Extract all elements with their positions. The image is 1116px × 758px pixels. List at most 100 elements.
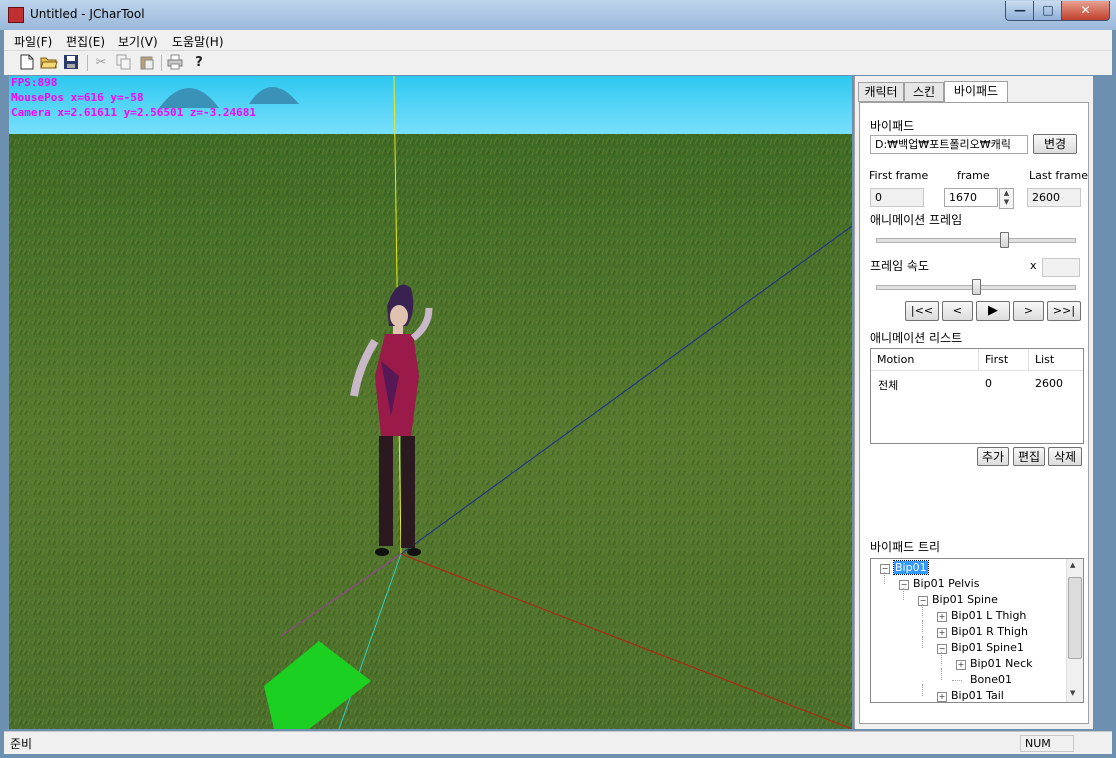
close-button[interactable]: ✕: [1061, 1, 1110, 21]
toolbar-separator: [161, 55, 162, 71]
menu-file[interactable]: 파일(F): [14, 33, 52, 50]
first-frame-field: 0: [870, 188, 924, 207]
scroll-thumb[interactable]: [1068, 577, 1082, 659]
menu-edit[interactable]: 편집(E): [66, 33, 105, 50]
menu-help[interactable]: 도움말(H): [172, 33, 224, 50]
hud-mouse-pos: MousePos x=616 y=-58: [11, 91, 144, 104]
toolbar-separator: [87, 55, 88, 71]
biped-tree[interactable]: − Bip01− Bip01 Pelvis − Bip01 Spine + Bip01 L …: [870, 558, 1084, 703]
tree-connector: [952, 680, 962, 681]
menu-view[interactable]: 보기(V): [118, 33, 158, 50]
tree-node[interactable]: Bip01 Pelvis: [913, 577, 979, 590]
tree-connector: [941, 668, 942, 680]
status-text: 준비: [10, 737, 33, 751]
speed-x-label: x: [1030, 259, 1037, 272]
num-lock-indicator: NUM: [1020, 735, 1074, 752]
tree-node[interactable]: Bip01 R Thigh: [951, 625, 1028, 638]
biped-tab-page: 바이패드 D:₩백업₩포트폴리오₩캐릭 변경 First frame frame…: [859, 102, 1089, 724]
first-frame-button[interactable]: |<<: [905, 301, 939, 321]
menu-bar: 파일(F) 편집(E) 보기(V) 도움말(H): [4, 30, 1112, 50]
paste-icon[interactable]: [138, 54, 156, 72]
tree-connector: [922, 620, 923, 632]
anim-frame-slider[interactable]: [999, 232, 1009, 248]
hud-camera: Camera x=2.61611 y=2.56501 z=-3.24681: [11, 106, 257, 119]
row-motion[interactable]: 전체: [878, 377, 898, 393]
column-first[interactable]: First: [979, 349, 1029, 371]
anim-frame-label: 애니메이션 프레임: [870, 213, 963, 227]
tree-node[interactable]: Bip01 Neck: [970, 657, 1033, 670]
frame-speed-label: 프레임 속도: [870, 259, 930, 273]
anim-frame-track: [876, 238, 1076, 243]
column-list[interactable]: List: [1029, 349, 1083, 371]
collapse-icon[interactable]: −: [918, 596, 928, 606]
expand-icon[interactable]: +: [937, 692, 947, 702]
last-frame-button[interactable]: >>|: [1047, 301, 1081, 321]
frame-field[interactable]: 1670: [944, 188, 998, 207]
open-folder-icon[interactable]: [40, 54, 58, 72]
prev-frame-button[interactable]: <: [942, 301, 973, 321]
expand-icon[interactable]: +: [937, 612, 947, 622]
title-bar: Untitled - JCharTool — □ ✕: [0, 0, 1116, 30]
tree-connector: [884, 572, 885, 584]
expand-icon[interactable]: +: [937, 628, 947, 638]
biped-label: 바이패드: [870, 119, 915, 133]
tree-node[interactable]: Bip01 Spine1: [951, 641, 1024, 654]
tree-connector: [922, 604, 923, 616]
window-title: Untitled - JCharTool: [30, 7, 145, 21]
tree-connector: [941, 652, 942, 664]
tree-node[interactable]: Bip01: [893, 560, 929, 575]
maximize-button[interactable]: □: [1033, 1, 1063, 21]
scene-render: [9, 76, 852, 729]
right-panel: 캐릭터 스킨 바이패드 바이패드 D:₩백업₩포트폴리오₩캐릭 변경 First…: [854, 76, 1093, 729]
speed-field: [1042, 258, 1080, 277]
tree-connector: [903, 588, 904, 600]
last-frame-field: 2600: [1027, 188, 1081, 207]
tree-node[interactable]: Bip01 L Thigh: [951, 609, 1026, 622]
change-button[interactable]: 변경: [1033, 134, 1077, 154]
tab-skin[interactable]: 스킨: [904, 82, 944, 102]
collapse-icon[interactable]: −: [937, 644, 947, 654]
print-icon[interactable]: [166, 54, 184, 72]
last-frame-label: Last frame: [1029, 169, 1089, 182]
add-button[interactable]: 추가: [977, 447, 1009, 466]
collapse-icon[interactable]: −: [899, 580, 909, 590]
tree-node[interactable]: Bip01 Spine: [932, 593, 998, 606]
biped-tree-label: 바이패드 트리: [870, 540, 941, 554]
play-button[interactable]: ▶: [976, 301, 1010, 321]
tab-character[interactable]: 캐릭터: [858, 82, 904, 102]
tree-connector: [922, 684, 923, 696]
row-list: 2600: [1035, 377, 1063, 390]
frame-spinner[interactable]: ▲ ▼: [999, 188, 1014, 209]
expand-icon[interactable]: +: [956, 660, 966, 670]
scroll-up-icon[interactable]: ▲: [1070, 561, 1075, 569]
status-bar: 준비 NUM: [4, 731, 1112, 754]
3d-viewport[interactable]: FPS:898 MousePos x=616 y=-58 Camera x=2.…: [9, 76, 852, 729]
tree-scrollbar[interactable]: ▲ ▼: [1066, 559, 1083, 702]
save-icon[interactable]: [62, 54, 80, 72]
frame-speed-slider[interactable]: [972, 279, 981, 295]
hud-fps: FPS:898: [11, 76, 58, 89]
tree-connector: [922, 636, 923, 648]
animation-list[interactable]: Motion First List 전체 0 2600: [870, 348, 1084, 444]
scroll-down-icon[interactable]: ▼: [1070, 689, 1075, 697]
anim-list-label: 애니메이션 리스트: [870, 331, 963, 345]
tree-node[interactable]: Bone01: [970, 673, 1012, 686]
first-frame-label: First frame: [869, 169, 929, 182]
collapse-icon[interactable]: −: [880, 564, 890, 574]
toolbar: ✂ ?: [4, 50, 1112, 75]
delete-button[interactable]: 삭제: [1048, 447, 1082, 466]
cut-icon[interactable]: ✂: [92, 54, 110, 72]
row-first: 0: [985, 377, 992, 390]
minimize-button[interactable]: —: [1005, 1, 1035, 21]
edit-button[interactable]: 편집: [1013, 447, 1045, 466]
tab-biped[interactable]: 바이패드: [944, 81, 1008, 103]
frame-label: frame: [957, 169, 990, 182]
tree-node[interactable]: Bip01 Tail: [951, 689, 1004, 702]
help-icon[interactable]: ?: [190, 54, 208, 72]
column-motion[interactable]: Motion: [871, 349, 979, 371]
next-frame-button[interactable]: >: [1013, 301, 1044, 321]
new-file-icon[interactable]: [18, 54, 36, 72]
biped-path-field[interactable]: D:₩백업₩포트폴리오₩캐릭: [870, 135, 1028, 154]
copy-icon[interactable]: [115, 54, 133, 72]
app-icon: [8, 7, 24, 23]
